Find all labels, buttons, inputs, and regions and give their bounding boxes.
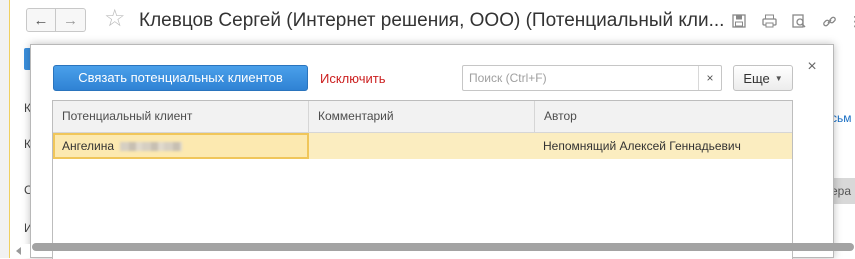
redacted-surname — [120, 142, 183, 152]
forward-button[interactable]: → — [56, 8, 86, 32]
arrow-right-icon: → — [63, 11, 78, 29]
print-icon[interactable] — [760, 12, 778, 30]
table-row[interactable]: Ангелина Непомнящий Алексей Геннадьевич — [53, 133, 792, 159]
star-icon[interactable]: ☆ — [104, 5, 126, 33]
column-header-author[interactable]: Автор — [535, 101, 792, 132]
more-button[interactable]: Еще ▼ — [733, 65, 793, 91]
arrow-left-icon: ← — [33, 11, 49, 29]
close-icon: × — [807, 58, 817, 75]
back-button[interactable]: ← — [26, 8, 56, 32]
link-clients-dialog: Связать потенциальных клиентов Исключить… — [30, 44, 834, 259]
close-icon: × — [706, 71, 714, 85]
cell-comment[interactable] — [309, 133, 535, 159]
client-name: Ангелина — [62, 139, 115, 153]
column-header-client[interactable]: Потенциальный клиент — [53, 101, 309, 132]
preview-icon[interactable] — [790, 12, 808, 30]
exclude-button[interactable]: Исключить — [320, 71, 386, 86]
column-header-comment[interactable]: Комментарий — [309, 101, 535, 132]
more-icon[interactable]: ⋮ — [846, 12, 855, 30]
search-input[interactable] — [463, 66, 699, 90]
save-icon[interactable] — [730, 12, 748, 30]
window-title: Клевцов Сергей (Интернет решения, ООО) (… — [139, 10, 724, 31]
close-dialog-button[interactable]: × — [804, 59, 820, 75]
clients-table: Потенциальный клиент Комментарий Автор А… — [52, 100, 793, 259]
horizontal-scrollbar[interactable] — [32, 243, 854, 251]
scroll-left-icon[interactable] — [16, 247, 21, 255]
cell-client[interactable]: Ангелина — [53, 133, 309, 159]
search-box: × — [462, 65, 722, 91]
panel-divider — [9, 0, 10, 258]
link-potential-clients-button[interactable]: Связать потенциальных клиентов — [53, 65, 308, 91]
clear-search-button[interactable]: × — [698, 66, 721, 90]
table-header: Потенциальный клиент Комментарий Автор — [53, 101, 792, 133]
link-icon[interactable] — [820, 12, 838, 30]
cell-author[interactable]: Непомнящий Алексей Геннадьевич — [535, 133, 792, 159]
background-link[interactable]: сьм — [831, 111, 852, 125]
caret-down-icon: ▼ — [774, 73, 783, 83]
background-button[interactable]: ера — [831, 178, 855, 204]
more-button-label: Еще — [743, 70, 770, 86]
